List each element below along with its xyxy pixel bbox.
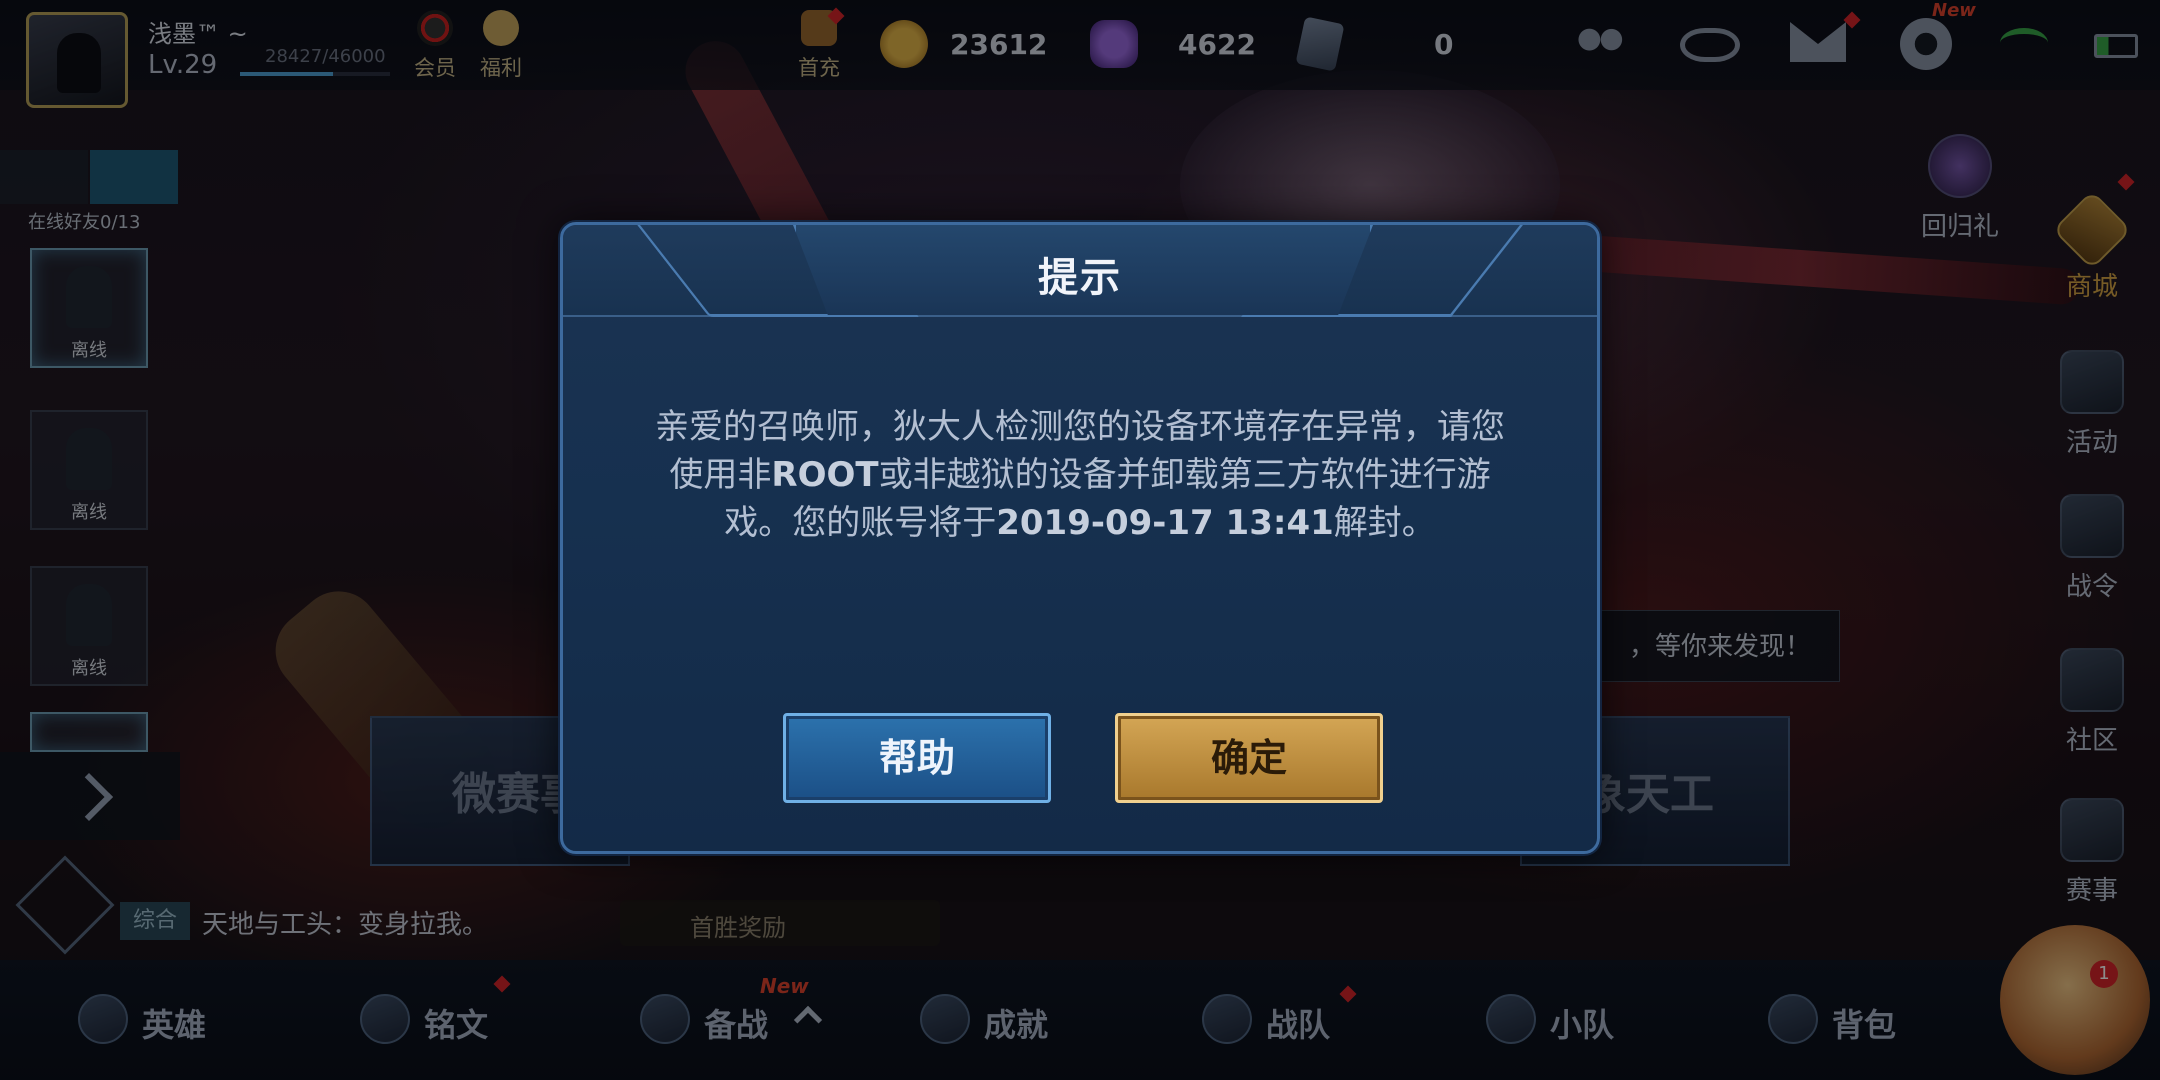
message-emphasis: ROOT: [771, 455, 879, 495]
alert-dialog: 提示 亲爱的召唤师，狄大人检测您的设备环境存在异常，请您使用非ROOT或非越狱的…: [560, 222, 1600, 854]
message-text: 解封。: [1333, 503, 1436, 543]
confirm-button[interactable]: 确定: [1115, 713, 1383, 803]
help-button[interactable]: 帮助: [783, 713, 1051, 803]
unban-date: 2019-09-17 13:41: [996, 503, 1334, 543]
dialog-title: 提示: [1038, 255, 1122, 301]
dialog-message: 亲爱的召唤师，狄大人检测您的设备环境存在异常，请您使用非ROOT或非越狱的设备并…: [653, 403, 1507, 547]
dialog-header: 提示: [563, 225, 1597, 317]
